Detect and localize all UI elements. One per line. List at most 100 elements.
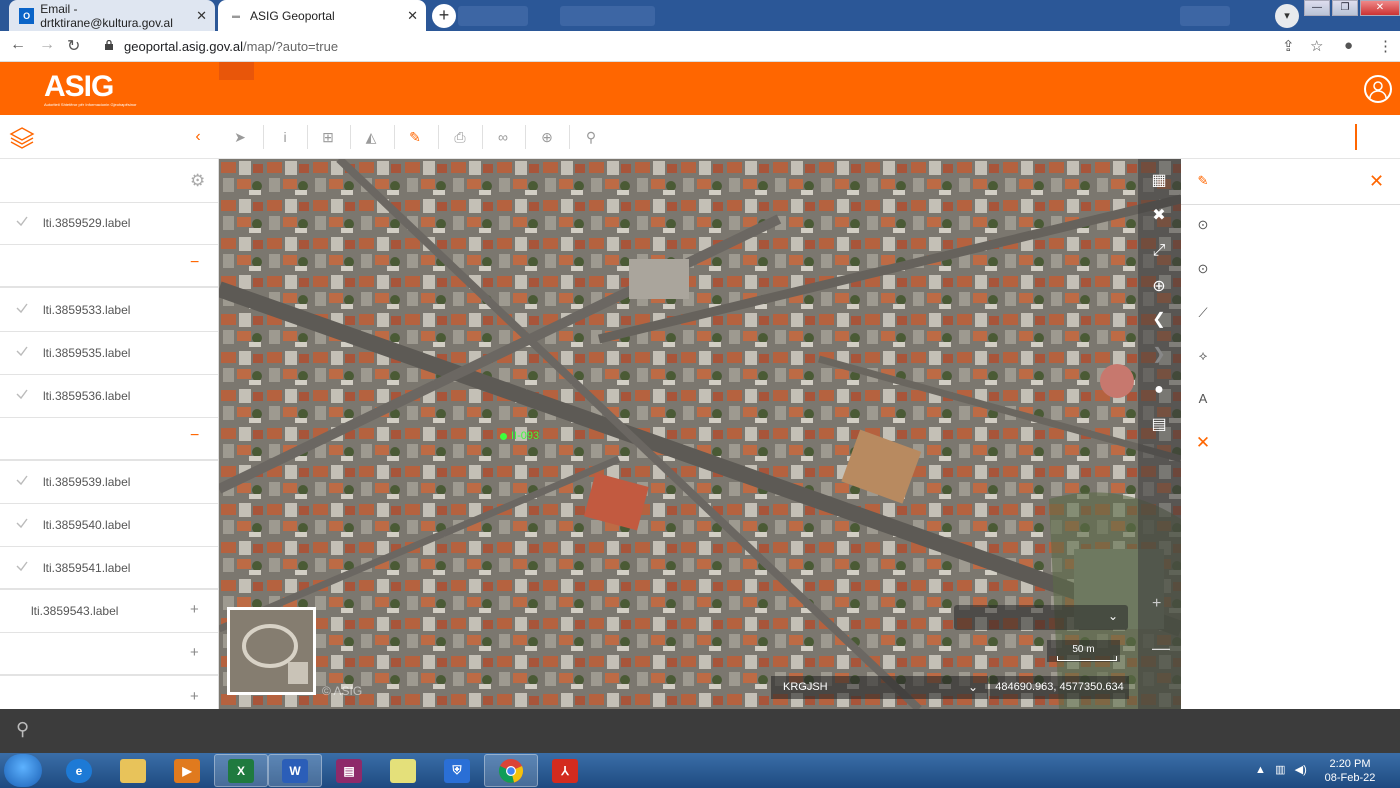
layer-label: lti.3859539.label bbox=[43, 475, 131, 489]
select-arrow-icon[interactable]: ➤ bbox=[227, 125, 253, 149]
check-icon[interactable] bbox=[15, 301, 29, 315]
toolbar-divider bbox=[350, 125, 351, 149]
draw-circle-icon[interactable]: ⊙ bbox=[1195, 261, 1211, 277]
layer-group-row[interactable]: + bbox=[0, 677, 218, 709]
add-box-icon[interactable]: ⊞ bbox=[315, 125, 341, 149]
close-icon[interactable]: ✕ bbox=[196, 8, 207, 24]
minimize-button[interactable]: — bbox=[1304, 0, 1330, 16]
check-icon[interactable] bbox=[15, 387, 29, 401]
menu-kebab-icon[interactable]: ⋮ bbox=[1378, 37, 1393, 55]
search-icon[interactable]: ⚲ bbox=[16, 719, 29, 740]
map-dropdown[interactable]: ⌄ bbox=[954, 605, 1128, 630]
forward-icon[interactable]: → bbox=[39, 36, 55, 54]
map-marker[interactable] bbox=[500, 433, 507, 440]
info-icon[interactable]: i bbox=[272, 125, 298, 149]
add-circle-icon[interactable]: ⊕ bbox=[534, 125, 560, 149]
layer-group-row[interactable]: lti.3859543.label + bbox=[0, 590, 218, 633]
taskbar-winrar[interactable]: ▤ bbox=[322, 754, 376, 787]
layer-group-row[interactable]: + bbox=[0, 633, 218, 676]
share-icon[interactable]: ⇪ bbox=[1282, 37, 1295, 55]
tab-geoportal[interactable]: ▬ ASIG Geoportal ✕ bbox=[218, 0, 426, 31]
layer-row[interactable]: lti.3859541.label bbox=[0, 547, 218, 590]
taskbar-ie[interactable]: e bbox=[52, 754, 106, 787]
basemap-icon[interactable]: ▦ bbox=[1148, 170, 1170, 192]
draw-polygon-icon[interactable]: ⟡ bbox=[1195, 348, 1211, 364]
layer-group-row[interactable]: − bbox=[0, 418, 218, 461]
asig-logo[interactable]: ASIG bbox=[44, 70, 114, 104]
check-icon[interactable] bbox=[15, 214, 29, 228]
network-icon[interactable]: ▥ bbox=[1275, 764, 1285, 776]
taskbar-media[interactable]: ▶ bbox=[160, 754, 214, 787]
link-icon[interactable]: ∞ bbox=[490, 125, 516, 149]
check-icon[interactable] bbox=[15, 516, 29, 530]
print-icon[interactable]: ⎙ bbox=[447, 125, 473, 149]
collapse-panel-icon[interactable]: ‹ bbox=[185, 125, 211, 149]
expand-group-icon[interactable]: + bbox=[190, 644, 199, 661]
close-icon[interactable]: ✕ bbox=[1369, 171, 1384, 192]
back-icon[interactable]: ← bbox=[10, 36, 26, 54]
layers-icon[interactable] bbox=[8, 125, 36, 149]
grid-icon[interactable]: ▤ bbox=[1148, 414, 1170, 436]
profile-icon[interactable]: ● bbox=[1344, 37, 1353, 54]
clear-drawings-icon[interactable]: ✕ bbox=[1195, 434, 1211, 451]
globe-icon[interactable]: ● bbox=[1148, 379, 1170, 401]
layer-row[interactable]: lti.3859536.label bbox=[0, 375, 218, 418]
expand-group-icon[interactable]: + bbox=[190, 601, 199, 618]
url-field[interactable]: geoportal.asig.gov.al/map/?auto=true bbox=[94, 34, 1344, 59]
check-icon[interactable] bbox=[15, 559, 29, 573]
area-chart-icon[interactable]: ◭ bbox=[358, 125, 384, 149]
tab-search-button[interactable]: ▾ bbox=[1275, 4, 1299, 28]
layer-row[interactable]: lti.3859540.label bbox=[0, 504, 218, 547]
collapse-group-icon[interactable]: − bbox=[190, 427, 199, 445]
start-button[interactable] bbox=[4, 754, 42, 787]
lock-icon bbox=[105, 40, 113, 50]
zoom-plus-button[interactable]: + bbox=[1152, 595, 1161, 613]
check-icon[interactable] bbox=[15, 344, 29, 358]
collapse-group-icon[interactable]: − bbox=[190, 254, 199, 272]
taskbar-chrome[interactable] bbox=[484, 754, 538, 787]
user-account-icon[interactable] bbox=[1364, 75, 1392, 103]
speaker-icon[interactable]: ◀) bbox=[1295, 764, 1307, 776]
settings-gear-icon[interactable]: ⚙ bbox=[190, 171, 210, 191]
bookmark-star-icon[interactable]: ☆ bbox=[1310, 37, 1323, 55]
close-icon[interactable]: ✕ bbox=[407, 8, 418, 24]
draw-text-icon[interactable]: A bbox=[1195, 391, 1211, 407]
system-clock[interactable]: 2:20 PM 08-Feb-22 bbox=[1320, 757, 1380, 785]
search-icon[interactable]: ⚲ bbox=[578, 125, 604, 149]
tab-email[interactable]: O Email - drtktirane@kultura.gov.al ✕ bbox=[9, 0, 215, 31]
restore-button[interactable]: ❐ bbox=[1332, 0, 1358, 16]
app-header: ASIG Autoriteti Shtetëror për Informacio… bbox=[0, 62, 1400, 115]
faded-region bbox=[458, 6, 528, 26]
taskbar-notes[interactable] bbox=[376, 754, 430, 787]
crs-select[interactable]: KRGJSH ⌄ bbox=[771, 676, 988, 699]
taskbar-word[interactable]: W bbox=[268, 754, 322, 787]
close-window-button[interactable]: ✕ bbox=[1360, 0, 1400, 16]
chrome-icon bbox=[498, 758, 524, 783]
layer-row[interactable]: lti.3859535.label bbox=[0, 332, 218, 375]
edit-icon[interactable]: ✎ bbox=[402, 125, 428, 149]
layer-group-row[interactable]: − bbox=[0, 245, 218, 288]
taskbar-explorer[interactable] bbox=[106, 754, 160, 787]
draw-point-icon[interactable]: ⊙ bbox=[1195, 217, 1211, 233]
taskbar-acrobat[interactable]: ⅄ bbox=[538, 754, 592, 787]
tray-arrow-icon[interactable]: ▲ bbox=[1255, 764, 1266, 776]
taskbar-excel[interactable]: X bbox=[214, 754, 268, 787]
expand-group-icon[interactable]: + bbox=[190, 688, 199, 705]
taskbar-defender[interactable]: ⛨ bbox=[430, 754, 484, 787]
previous-extent-icon[interactable]: ❮ bbox=[1148, 309, 1170, 331]
full-extent-icon[interactable]: ✖ bbox=[1148, 205, 1170, 227]
check-icon[interactable] bbox=[15, 473, 29, 487]
new-tab-button[interactable]: + bbox=[432, 4, 456, 28]
expand-icon[interactable]: ⤢ bbox=[1148, 240, 1170, 262]
zoom-in-icon[interactable]: ⊕ bbox=[1148, 276, 1170, 298]
layer-row[interactable]: lti.3859539.label bbox=[0, 461, 218, 504]
reload-icon[interactable]: ↻ bbox=[67, 36, 80, 56]
clock-date: 08-Feb-22 bbox=[1324, 772, 1376, 784]
zoom-minus-button[interactable]: — bbox=[1152, 638, 1170, 659]
layer-row[interactable]: lti.3859529.label bbox=[0, 202, 218, 245]
next-extent-icon[interactable]: ❯ bbox=[1148, 344, 1170, 366]
layer-row[interactable]: lti.3859533.label bbox=[0, 289, 218, 332]
asig-logo-subtitle: Autoriteti Shtetëror për Informacionin G… bbox=[44, 102, 137, 107]
overview-minimap[interactable] bbox=[227, 607, 316, 695]
draw-line-icon[interactable]: ⟋ bbox=[1195, 305, 1211, 321]
